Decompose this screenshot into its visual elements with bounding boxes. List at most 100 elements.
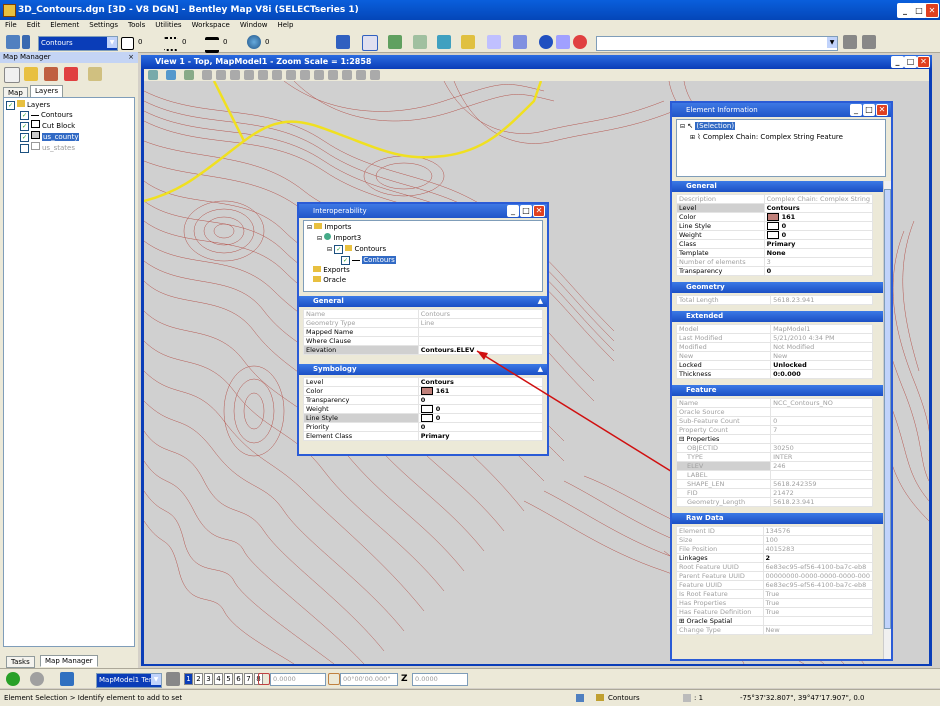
view-7-button[interactable]: 7 [244,673,253,685]
property-row[interactable]: Weight 0 [676,230,874,240]
property-row[interactable]: Weight 0 [303,404,544,414]
property-row[interactable]: Thickness 0:0.000 [675,369,873,379]
tree-item-us-county[interactable]: ✓ us_county [6,131,132,142]
menu-workspace[interactable]: Workspace [187,20,235,31]
tab-tasks[interactable]: Tasks [6,656,35,668]
next-view-icon[interactable] [300,70,310,80]
property-row[interactable]: Sub-Feature Count 0 [675,416,873,426]
property-row[interactable]: Oracle Source [675,407,873,417]
checkbox[interactable]: ✓ [20,121,29,131]
tool-icon[interactable] [258,673,270,685]
property-row[interactable]: Root Feature UUID 6e83ec95-ef56-4100-ba7c… [676,562,873,572]
view-close-button[interactable]: ✕ [917,56,930,68]
property-row[interactable]: Last Modified 5/21/2010 4:34 PM [675,333,873,343]
property-row[interactable]: ELEV 246 [675,461,873,471]
tool-icon-12[interactable] [862,35,876,49]
zoom-in-icon[interactable] [202,70,212,80]
pan-icon[interactable] [272,70,282,80]
property-row[interactable]: Mapped Name [303,327,544,337]
element-info-scrollbar[interactable] [883,181,891,659]
level-dropdown-icon[interactable] [22,35,30,49]
section-header[interactable]: Raw Data▲ [672,513,891,524]
properties-icon[interactable] [88,67,102,81]
view-1-button[interactable]: 1 [184,673,193,685]
property-row[interactable]: Has Properties True [676,598,873,608]
property-row[interactable]: Description Complex Chain: Complex String [676,194,874,204]
view-tool-icon[interactable] [314,70,324,80]
tree-item-layers[interactable]: ✓ Layers [6,100,132,110]
angle-icon[interactable] [328,673,340,685]
menu-window[interactable]: Window [235,20,273,31]
tool-icon-1[interactable] [336,35,350,49]
tab-map-manager[interactable]: Map Manager [40,655,98,667]
complex-chain-node[interactable]: ⊞ ⌇ Complex Chain: Complex String Featur… [680,132,882,143]
level-manager-icon[interactable] [6,35,20,49]
property-row[interactable]: Name Contours [303,309,544,319]
new-icon[interactable] [4,67,20,83]
search-combo[interactable]: ▼ [596,36,838,51]
property-row[interactable]: Transparency 0 [676,266,874,276]
section-header[interactable]: Extended▲ [672,311,891,322]
property-row[interactable]: Property Count 7 [675,425,873,435]
view-maximize-button[interactable]: □ [904,56,917,68]
section-header[interactable]: Feature▲ [672,385,891,396]
view-tool-icon[interactable] [356,70,366,80]
interop-symbology-header[interactable]: Symbology ▲ [299,364,547,375]
interop-close-button[interactable]: ✕ [533,205,545,217]
view-minimize-button[interactable]: _ [891,56,904,68]
element-info-close-button[interactable]: ✕ [876,104,888,116]
remove-layer-icon[interactable] [64,67,78,81]
transparency-icon[interactable] [247,35,261,49]
display-style-icon[interactable] [166,70,176,80]
add-layer-icon[interactable] [44,67,58,81]
property-row[interactable]: Level Contours [676,203,874,213]
property-row[interactable]: File Position 4015283 [676,544,873,554]
menu-tools[interactable]: Tools [123,20,150,31]
model-combo[interactable]: MapModel1 Temp ▼ [96,673,162,688]
lock-icon[interactable] [596,694,604,701]
level-combo[interactable]: Contours ▼ [38,36,118,51]
property-row[interactable]: Number of elements 3 [676,257,874,267]
tool-icon-5[interactable] [437,35,451,49]
views-icon[interactable] [166,672,180,686]
view-5-button[interactable]: 5 [224,673,233,685]
property-row[interactable]: Level Contours [303,377,544,387]
tool-icon-2[interactable] [362,35,378,51]
back-icon[interactable] [6,672,20,686]
menu-settings[interactable]: Settings [84,20,123,31]
interop-maximize-button[interactable]: □ [520,205,532,217]
tool-icon-10[interactable] [573,35,587,49]
property-row[interactable]: SHAPE_LEN 5618.242359 [675,479,873,489]
info-icon[interactable] [539,35,553,49]
color-icon[interactable] [121,37,134,50]
view-tool-icon[interactable] [370,70,380,80]
tool-icon-8[interactable] [513,35,527,49]
property-row[interactable]: Template None [676,248,874,258]
checkbox[interactable]: ✓ [20,110,29,120]
window-area-icon[interactable] [230,70,240,80]
property-row[interactable]: Line Style 0 [303,413,544,423]
property-row[interactable]: Geometry_Length 5618.23.941 [675,497,873,507]
z-field[interactable]: 0.0000 [412,673,468,686]
view-attributes-icon[interactable] [148,70,158,80]
interop-tree-exports[interactable]: Exports [307,265,539,275]
element-info-maximize-button[interactable]: □ [863,104,875,116]
interop-tree-oracle[interactable]: Oracle [307,275,539,285]
menu-help[interactable]: Help [272,20,298,31]
property-row[interactable]: Elevation Contours.ELEV [303,345,544,355]
property-row[interactable]: Model MapModel1 [675,324,873,334]
tool-icon-9[interactable] [556,35,570,49]
update-icon[interactable] [184,70,194,80]
menu-element[interactable]: Element [45,20,84,31]
tree-item-us-states[interactable]: us_states [6,142,132,153]
property-row[interactable]: Change Type New [676,625,873,635]
interop-minimize-button[interactable]: _ [507,205,519,217]
rotate-icon[interactable] [258,70,268,80]
open-folder-icon[interactable] [24,67,38,81]
zoom-out-icon[interactable] [216,70,226,80]
property-row[interactable]: Size 100 [676,535,873,545]
view-tool-icon[interactable] [342,70,352,80]
close-button[interactable]: ✕ [925,3,939,18]
tool-icon-11[interactable] [843,35,857,49]
property-row[interactable]: Is Root Feature True [676,589,873,599]
